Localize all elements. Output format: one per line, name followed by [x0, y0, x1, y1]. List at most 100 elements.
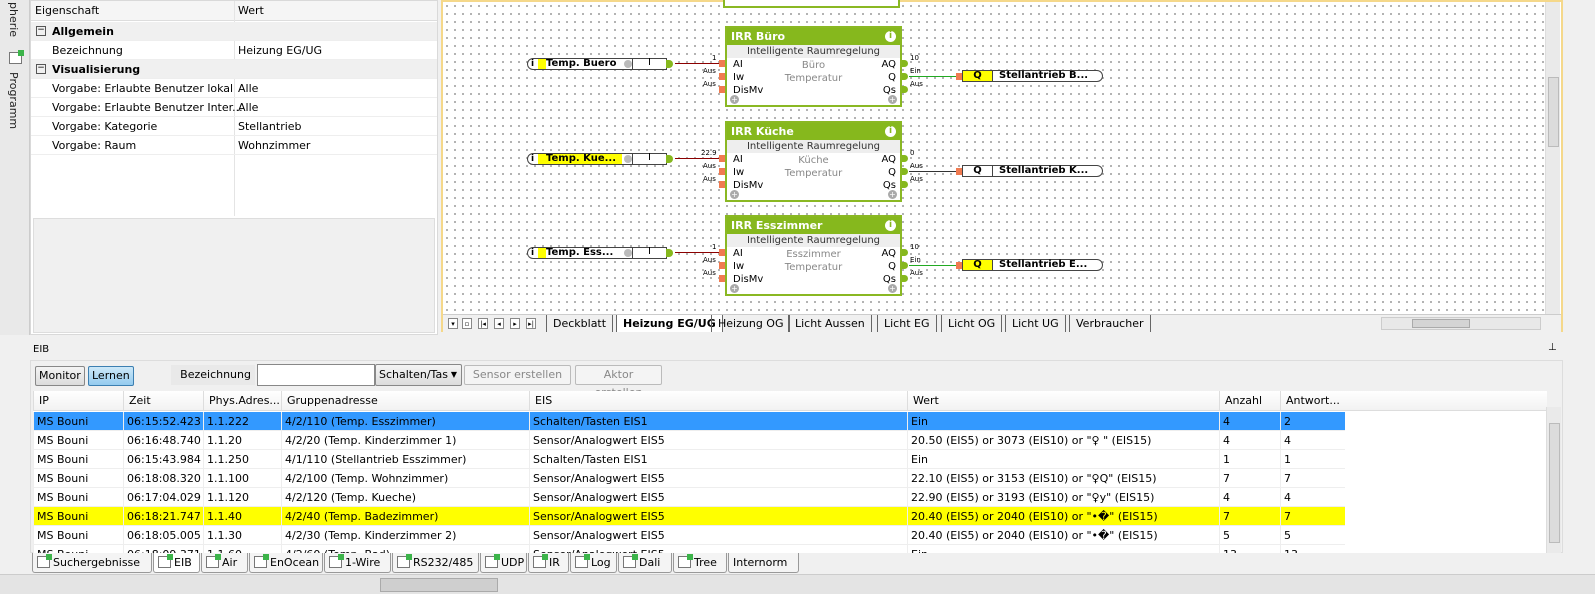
output-port[interactable] — [902, 275, 908, 282]
output-object[interactable]: Q Stellantrieb K... — [962, 165, 1103, 177]
sheet-tab[interactable]: Licht Aussen — [788, 315, 872, 332]
collapse-icon[interactable]: − — [36, 26, 46, 36]
output-port[interactable] — [902, 249, 908, 256]
input-port[interactable] — [719, 181, 725, 188]
options-icon[interactable] — [624, 60, 632, 68]
next-sheet-button[interactable]: ▸ — [510, 318, 520, 329]
sheet-tab[interactable]: Heizung OG — [711, 315, 791, 332]
sheet-tab[interactable]: Heizung EG/UG — [616, 315, 723, 332]
input-port[interactable] — [719, 86, 725, 93]
input-port[interactable] — [719, 168, 725, 175]
monitor-button[interactable]: Monitor — [35, 366, 85, 386]
input-object[interactable]: i Temp. Ess... I — [527, 247, 673, 259]
property-category[interactable]: − Visualisierung — [31, 60, 437, 79]
tab-bibliothek[interactable]: pherie — [7, 2, 20, 37]
input-port[interactable] — [719, 155, 725, 162]
property-category[interactable]: − Allgemein — [31, 22, 437, 41]
output-port[interactable] — [902, 60, 908, 67]
table-vertical-scrollbar[interactable] — [1546, 407, 1561, 553]
input-object[interactable]: i Temp. Kue... I — [527, 153, 673, 165]
add-output-icon[interactable]: + — [888, 190, 897, 199]
sheet-tab[interactable]: Licht EG — [877, 315, 937, 332]
info-icon[interactable]: i — [885, 126, 896, 137]
input-port[interactable] — [719, 262, 725, 269]
output-port[interactable] — [902, 262, 908, 269]
output-port[interactable] — [902, 73, 908, 80]
logic-block[interactable]: IRR Esszimmer i Intelligente Raumregelung E… — [725, 215, 902, 296]
column-header[interactable]: Gruppenadresse — [281, 391, 529, 411]
pin-icon[interactable]: ⊥ — [1548, 342, 1557, 353]
options-icon[interactable] — [624, 249, 632, 257]
table-row[interactable]: MS Bouni 06:17:04.029 1.1.120 4/2/120 (Temp… — [33, 488, 1345, 507]
input-port[interactable] — [719, 73, 725, 80]
add-input-icon[interactable]: + — [730, 95, 739, 104]
column-header[interactable]: Phys.Adres... — [203, 391, 281, 411]
collapse-icon[interactable]: − — [36, 64, 46, 74]
bottom-tab[interactable]: Tree — [673, 553, 727, 573]
sheet-menu-button[interactable]: ▾ — [448, 318, 458, 329]
sheet-tab[interactable]: Verbraucher — [1069, 315, 1151, 332]
column-header[interactable]: Zeit — [123, 391, 203, 411]
bottom-tab[interactable]: RS232/485 — [392, 553, 479, 573]
property-value[interactable]: Alle — [238, 79, 258, 98]
bottom-tab[interactable]: Suchergebnisse — [32, 553, 152, 573]
table-row[interactable]: MS Bouni 06:18:08.320 1.1.100 4/2/100 (Temp… — [33, 469, 1345, 488]
sheet-new-button[interactable]: ▫ — [462, 318, 472, 329]
info-icon[interactable]: i — [885, 31, 896, 42]
property-row[interactable]: Vorgabe: Erlaubte Benutzer lokal Alle — [31, 79, 437, 98]
property-value[interactable]: Wohnzimmer — [238, 136, 310, 155]
property-value[interactable]: Heizung EG/UG — [238, 41, 322, 60]
add-input-icon[interactable]: + — [730, 190, 739, 199]
sheet-horizontal-scrollbar[interactable] — [1381, 317, 1541, 330]
table-row[interactable]: MS Bouni06:18:09.3711.1.604/2/60 (Temp. … — [33, 545, 1345, 553]
add-output-icon[interactable]: + — [888, 95, 897, 104]
bottom-tab[interactable]: Internorm — [728, 553, 799, 573]
bottom-tab[interactable]: UDP — [480, 553, 527, 573]
bottom-tab[interactable]: IR — [528, 553, 569, 573]
prev-sheet-button[interactable]: ◂ — [494, 318, 504, 329]
property-value[interactable]: Stellantrieb — [238, 117, 302, 136]
column-header[interactable]: Wert — [907, 391, 1219, 411]
table-row[interactable]: MS Bouni 06:15:43.984 1.1.250 4/1/110 (Stel… — [33, 450, 1345, 469]
sheet-tab[interactable]: Licht OG — [941, 315, 1003, 332]
bottom-tab[interactable]: 1-Wire — [324, 553, 391, 573]
window-horizontal-scrollbar[interactable] — [0, 574, 1595, 594]
tab-programm[interactable]: Programm — [7, 72, 20, 129]
bezeichnung-input[interactable] — [257, 364, 375, 386]
logic-diagram-canvas[interactable]: i Temp. Buero I IRR Büro i Intelligente Raumr… — [441, 0, 1563, 332]
table-row[interactable]: MS Bouni 06:18:21.747 1.1.40 4/2/40 (Temp. … — [33, 507, 1345, 526]
output-port[interactable] — [902, 86, 908, 93]
lernen-button[interactable]: Lernen — [88, 366, 134, 386]
add-input-icon[interactable]: + — [730, 284, 739, 293]
logic-block[interactable]: IRR Küche i Intelligente Raumregelung Küche… — [725, 121, 902, 202]
canvas-vertical-scrollbar[interactable] — [1545, 2, 1560, 314]
sheet-tab[interactable]: Deckblatt — [546, 315, 614, 332]
bottom-tab[interactable]: Log — [570, 553, 617, 573]
sensor-erstellen-button[interactable]: Sensor erstellen — [464, 365, 571, 385]
column-header[interactable]: IP — [33, 391, 123, 411]
input-object[interactable]: i Temp. Buero I — [527, 58, 673, 70]
add-output-icon[interactable]: + — [888, 284, 897, 293]
input-port[interactable] — [719, 249, 725, 256]
property-value[interactable]: Alle — [238, 98, 258, 117]
output-port[interactable] — [902, 168, 908, 175]
input-port[interactable] — [719, 275, 725, 282]
bottom-tab[interactable]: Dali — [618, 553, 672, 573]
bottom-tab[interactable]: EIB — [153, 553, 200, 573]
property-row[interactable]: Vorgabe: Raum Wohnzimmer — [31, 136, 437, 155]
table-row[interactable]: MS Bouni 06:18:05.005 1.1.30 4/2/30 (Temp. … — [33, 526, 1345, 545]
output-port[interactable] — [902, 181, 908, 188]
info-icon[interactable]: i — [885, 220, 896, 231]
bottom-tab[interactable]: Air — [201, 553, 248, 573]
output-object[interactable]: Q Stellantrieb B... — [962, 70, 1103, 82]
output-port[interactable] — [902, 155, 908, 162]
table-row[interactable]: MS Bouni 06:15:52.423 1.1.222 4/2/110 (Temp… — [33, 412, 1345, 431]
info-icon[interactable]: i — [531, 154, 534, 164]
input-port[interactable] — [719, 60, 725, 67]
property-row[interactable]: Bezeichnung Heizung EG/UG — [31, 41, 437, 60]
output-port[interactable] — [666, 60, 673, 68]
output-port[interactable] — [666, 155, 673, 163]
first-sheet-button[interactable]: |◂ — [478, 318, 488, 329]
column-header[interactable]: Antwort... — [1280, 391, 1342, 411]
options-icon[interactable] — [624, 155, 632, 163]
